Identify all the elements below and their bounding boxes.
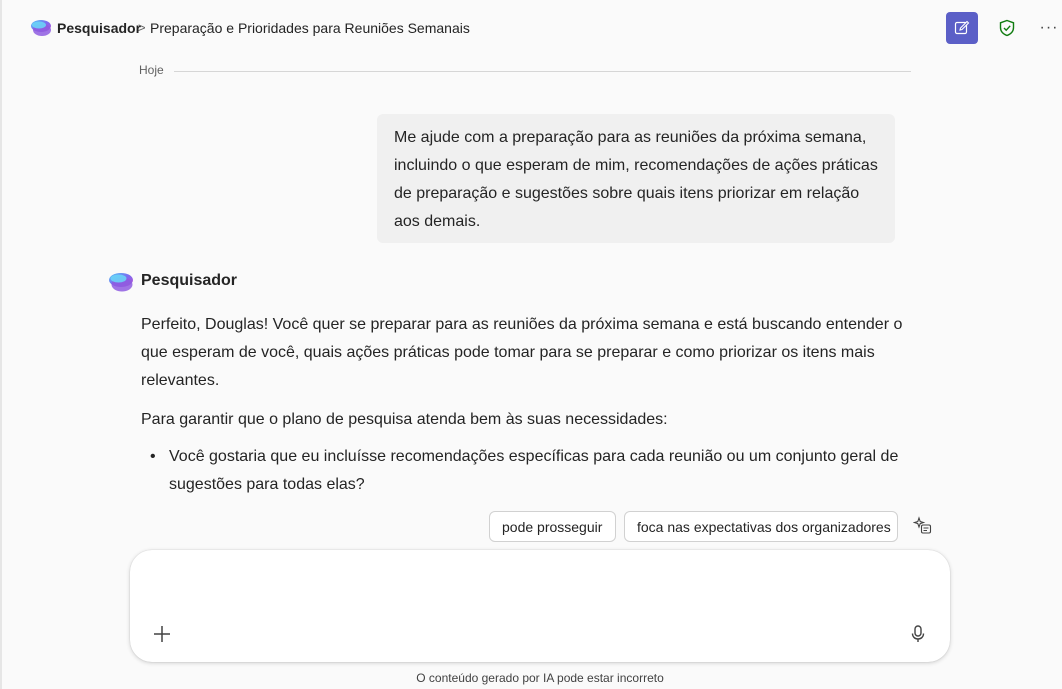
new-chat-icon (954, 20, 970, 35)
ai-disclaimer: O conteúdo gerado por IA pode estar inco… (416, 671, 664, 685)
list-item: • Você gostaria que eu incluísse recomen… (141, 443, 911, 499)
assistant-question-list: • Você gostaria que eu incluísse recomen… (141, 443, 911, 499)
window-edge (0, 0, 2, 689)
more-suggestions-button[interactable] (910, 513, 936, 539)
assistant-paragraph: Perfeito, Douglas! Você quer se preparar… (141, 316, 903, 389)
microphone-button[interactable] (906, 622, 930, 646)
new-chat-button[interactable] (946, 12, 978, 44)
date-divider-label: Hoje (139, 63, 164, 77)
researcher-avatar-icon (109, 273, 133, 292)
more-icon: ··· (1039, 19, 1059, 36)
user-message-text: Me ajude com a preparação para as reuniõ… (394, 129, 878, 230)
shield-check-icon (999, 19, 1015, 37)
suggestion-chip-proceed[interactable]: pode prosseguir (489, 511, 616, 542)
breadcrumb-app[interactable]: Pesquisador (57, 20, 141, 36)
date-divider-line (174, 71, 911, 72)
list-item-text: Você gostaria que eu incluísse recomenda… (169, 448, 899, 493)
conversation-title: Preparação e Prioridades para Reuniões S… (150, 20, 470, 36)
microphone-icon (911, 625, 925, 642)
breadcrumb-separator: > (138, 20, 146, 35)
protected-button[interactable] (994, 14, 1020, 42)
plus-icon (154, 626, 170, 642)
message-composer (130, 550, 950, 662)
bullet-icon: • (150, 448, 156, 465)
add-attachment-button[interactable] (150, 622, 174, 646)
researcher-logo-icon (31, 20, 51, 36)
suggestion-chip-expectations[interactable]: foca nas expectativas dos organizadores (624, 511, 898, 542)
header: Pesquisador > Preparação e Prioridades p… (0, 0, 1062, 56)
message-input[interactable] (152, 566, 928, 606)
assistant-name: Pesquisador (141, 272, 238, 289)
sparkle-icon (913, 516, 932, 534)
more-options-button[interactable]: ··· (1036, 14, 1062, 42)
assistant-paragraph: Para garantir que o plano de pesquisa at… (141, 411, 668, 428)
assistant-message: Perfeito, Douglas! Você quer se preparar… (141, 311, 911, 499)
user-message: Me ajude com a preparação para as reuniõ… (377, 114, 895, 243)
